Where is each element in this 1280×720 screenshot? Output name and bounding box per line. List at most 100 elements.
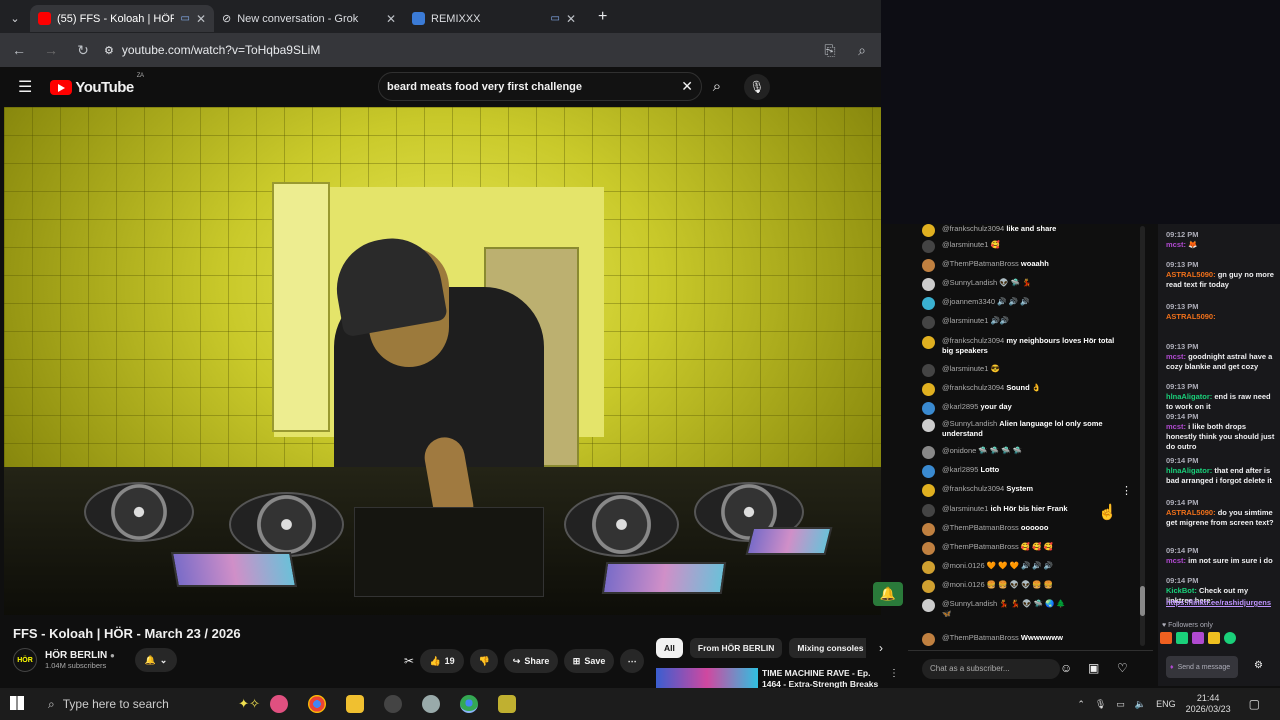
close-tab-icon[interactable]: ✕	[196, 12, 206, 26]
install-app-icon[interactable]: ⎘	[819, 42, 841, 59]
obs-icon[interactable]	[384, 695, 402, 713]
tab-list-button[interactable]: ⌄	[0, 5, 30, 32]
tab-grok[interactable]: ⊘ New conversation - Grok ✕	[214, 5, 404, 32]
chat-avatar[interactable]	[922, 336, 935, 349]
like-button[interactable]: 👍 19	[420, 649, 465, 673]
reload-icon[interactable]: ↻	[72, 42, 94, 59]
chat-avatar[interactable]	[922, 465, 935, 478]
chat-avatar[interactable]	[922, 240, 935, 253]
save-button[interactable]: ⊞ Save	[564, 649, 615, 673]
chat-username[interactable]: @ThemPBatmanBross	[942, 633, 1019, 642]
chat-avatar[interactable]	[922, 383, 935, 396]
channel-name-row[interactable]: HÖR BERLIN ●	[45, 650, 115, 661]
stream-chat-username[interactable]: KickBot:	[1166, 586, 1197, 595]
chat-avatar[interactable]	[922, 419, 935, 432]
chat-username[interactable]: @onidone	[942, 446, 976, 455]
tab-youtube[interactable]: (55) FFS - Koloah | HÖR - M ▭ ✕	[30, 5, 214, 32]
network-icon[interactable]: ▭	[1116, 699, 1125, 710]
chat-avatar[interactable]	[922, 523, 935, 536]
chat-avatar[interactable]	[922, 580, 935, 593]
emoji-icon[interactable]: ☺	[1060, 661, 1072, 675]
forward-icon[interactable]: →	[40, 42, 62, 58]
chat-username[interactable]: @larsminute1	[942, 240, 988, 249]
notification-icon[interactable]: ▢	[1249, 697, 1260, 711]
chat-username[interactable]: @moni.0126	[942, 561, 985, 570]
stream-chat-username[interactable]: ASTRAL5090:	[1166, 312, 1216, 321]
chat-username[interactable]: @joannem3340	[942, 297, 995, 306]
url-field[interactable]: ⚙ youtube.com/watch?v=ToHqba9SLiM	[104, 43, 809, 57]
new-tab-button[interactable]: +	[598, 8, 607, 26]
more-actions-button[interactable]: ⋯	[620, 649, 645, 673]
chat-avatar[interactable]	[922, 633, 935, 646]
chip-all[interactable]: All	[656, 638, 683, 658]
taskbar-search[interactable]: ⌕ Type here to search ✦✧	[40, 688, 260, 720]
chat-avatar[interactable]	[922, 402, 935, 415]
chip-from-channel[interactable]: From HÖR BERLIN	[689, 638, 783, 658]
related-thumbnail[interactable]	[656, 668, 758, 688]
chat-avatar[interactable]	[922, 561, 935, 574]
clock[interactable]: 21:44 2026/03/23	[1186, 693, 1231, 715]
chat-avatar[interactable]	[922, 599, 935, 612]
app-icon[interactable]	[422, 695, 440, 713]
related-title[interactable]: TIME MACHINE RAVE - Ep. 1464 - Extra-Str…	[762, 668, 878, 690]
notification-bell-icon[interactable]: 🔔	[873, 582, 903, 606]
file-explorer-icon[interactable]	[346, 695, 364, 713]
chat-scrollbar[interactable]	[1140, 226, 1145, 646]
super-chat-icon[interactable]: ▣	[1088, 661, 1099, 675]
close-tab-icon[interactable]: ✕	[566, 12, 576, 26]
share-button[interactable]: ↪ Share	[504, 649, 559, 673]
stream-chat-username[interactable]: mcst:	[1166, 240, 1186, 249]
chat-username[interactable]: @karl2895	[942, 465, 978, 474]
clear-search-icon[interactable]: ✕	[681, 78, 693, 95]
chat-username[interactable]: @SunnyLandish	[942, 599, 997, 608]
chat-avatar[interactable]	[922, 364, 935, 377]
close-tab-icon[interactable]: ✕	[386, 12, 396, 26]
chat-avatar[interactable]	[922, 316, 935, 329]
chat-avatar[interactable]	[922, 484, 935, 497]
chat-avatar[interactable]	[922, 446, 935, 459]
volume-icon[interactable]: 🔈	[1135, 699, 1146, 710]
channel-avatar[interactable]: HÖR	[13, 648, 37, 672]
zoom-icon[interactable]: ⌕	[851, 42, 873, 59]
game-icon[interactable]	[498, 695, 516, 713]
stream-chat-username[interactable]: ASTRAL5090:	[1166, 508, 1216, 517]
linktree-link[interactable]: https://linktr.ee/rashidjurgens	[1166, 598, 1276, 608]
stream-chat-username[interactable]: mcst:	[1166, 556, 1186, 565]
chat-username[interactable]: @ThemPBatmanBross	[942, 542, 1019, 551]
chat-username[interactable]: @SunnyLandish	[942, 419, 997, 428]
chevron-right-icon[interactable]: ›	[879, 641, 883, 655]
chat-username[interactable]: @frankschulz3094	[942, 383, 1004, 392]
emote-icon[interactable]	[1208, 632, 1220, 644]
chat-scrollbar-thumb[interactable]	[1140, 586, 1145, 616]
search-input[interactable]: beard meats food very first challenge ✕	[378, 72, 702, 101]
chat-username[interactable]: @frankschulz3094	[942, 224, 1004, 233]
emote-icon[interactable]	[1160, 632, 1172, 644]
chat-username[interactable]: @larsminute1	[942, 504, 988, 513]
chat-username[interactable]: @frankschulz3094	[942, 336, 1004, 345]
windows-start-icon[interactable]	[10, 696, 24, 710]
stream-chat-username[interactable]: mcst:	[1166, 422, 1186, 431]
stream-chat-username[interactable]: hlnaAligator:	[1166, 392, 1212, 401]
dislike-button[interactable]: 👎	[470, 649, 499, 673]
clip-icon[interactable]: ✂	[404, 654, 414, 668]
emote-icon[interactable]	[1176, 632, 1188, 644]
chat-username[interactable]: @karl2895	[942, 402, 978, 411]
heart-icon[interactable]: ♡	[1117, 661, 1128, 675]
site-info-icon[interactable]: ⚙	[104, 44, 114, 57]
message-menu-icon[interactable]: ⋮	[1121, 484, 1132, 497]
chat-avatar[interactable]	[922, 259, 935, 272]
chat-username[interactable]: @ThemPBatmanBross	[942, 523, 1019, 532]
tab-remixxx[interactable]: REMIXXX ▭ ✕	[404, 5, 584, 32]
chat-input[interactable]: Chat as a subscriber...	[922, 659, 1060, 679]
chat-username[interactable]: @larsminute1	[942, 364, 988, 373]
chat-avatar[interactable]	[922, 504, 935, 517]
chat-username[interactable]: @SunnyLandish	[942, 278, 997, 287]
subscribed-bell-button[interactable]: 🔔 ⌄	[134, 648, 177, 672]
chrome-active-icon[interactable]	[460, 695, 478, 713]
menu-icon[interactable]: ☰	[18, 77, 32, 97]
search-icon[interactable]: ⌕	[702, 72, 732, 101]
language-indicator[interactable]: ENG	[1156, 699, 1176, 709]
video-player[interactable]	[4, 107, 881, 615]
chat-avatar[interactable]	[922, 278, 935, 291]
chrome-icon[interactable]	[308, 695, 326, 713]
